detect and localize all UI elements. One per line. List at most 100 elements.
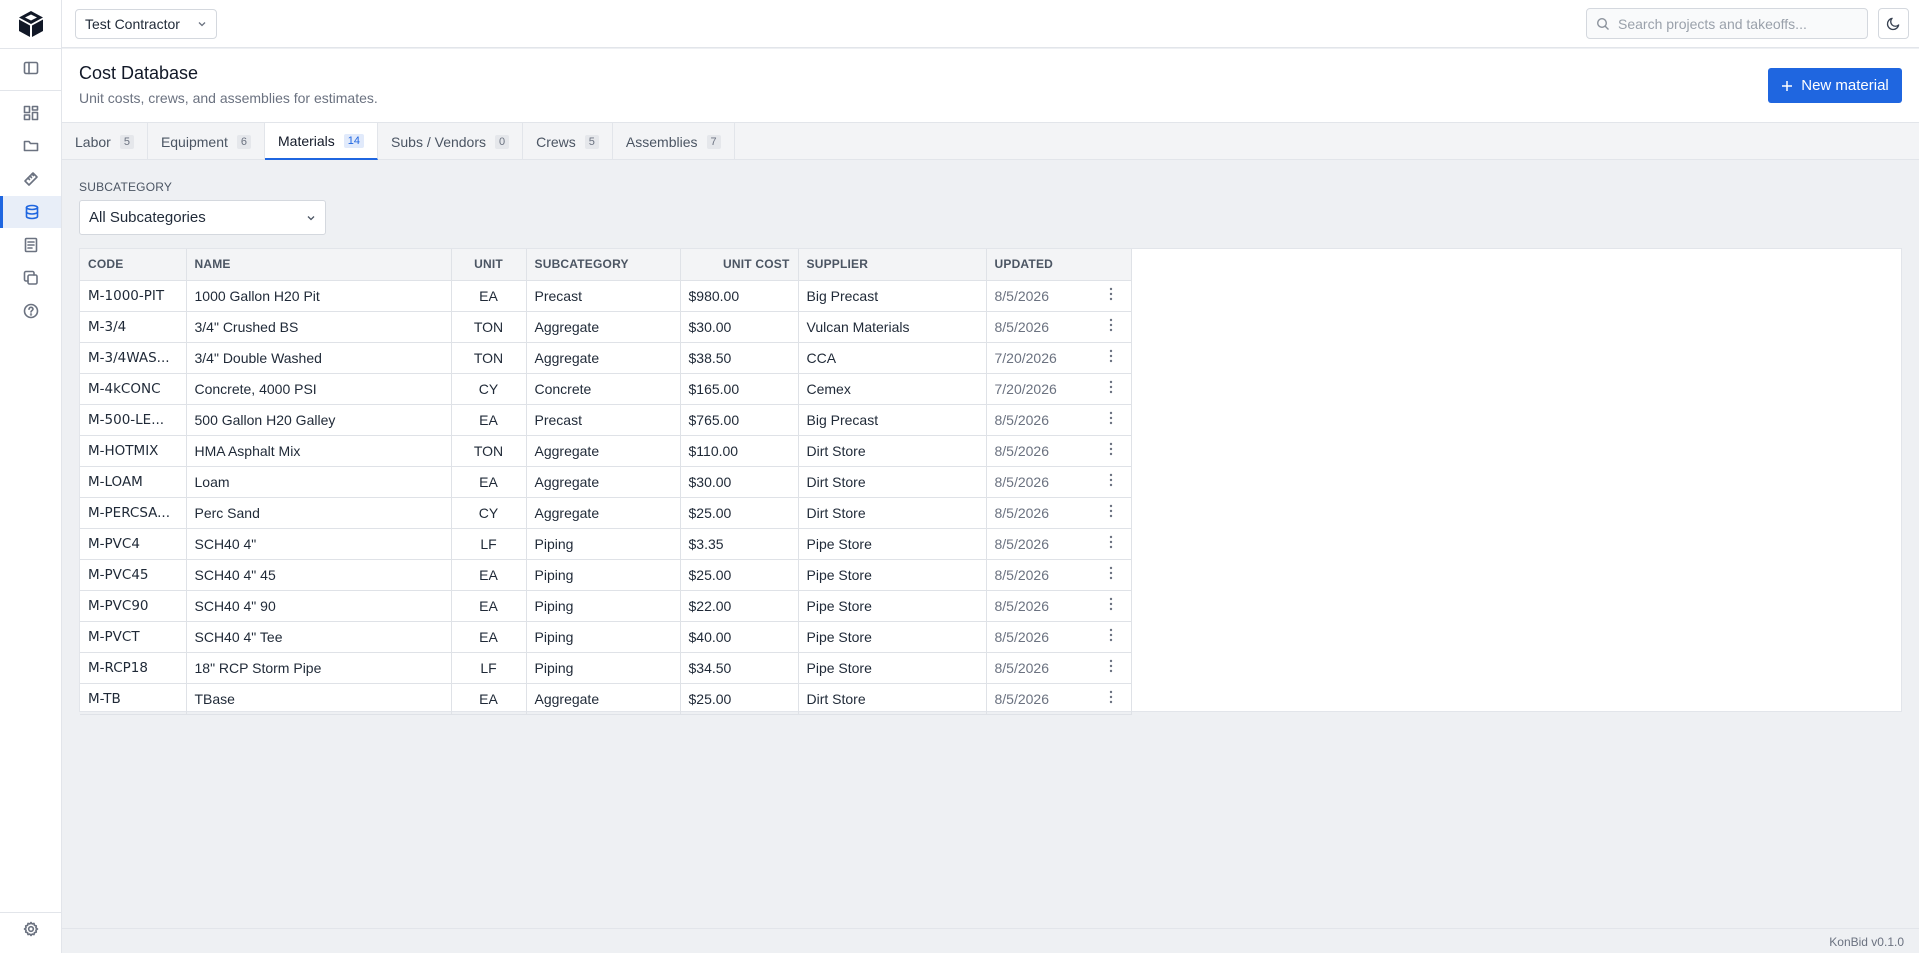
table-row[interactable]: M-3/4 3/4" Crushed BS TON Aggregate $30.00 Vu… (80, 311, 1132, 343)
cell-cost: $980.00 (680, 280, 799, 312)
column-header-subcategory[interactable]: SUBCATEGORY (526, 249, 681, 281)
cell-supplier: Dirt Store (798, 683, 987, 715)
table-row[interactable]: M-PVCT SCH40 4" Tee EA Piping $40.00 Pipe Sto… (80, 621, 1132, 653)
sidebar-item-takeoffs[interactable] (0, 163, 61, 195)
cell-name: SCH40 4" 90 (186, 590, 452, 622)
cell-updated: 7/20/2026 (986, 373, 1091, 405)
row-actions-button[interactable] (1091, 528, 1132, 560)
row-actions-button[interactable] (1091, 590, 1132, 622)
row-actions-button[interactable] (1091, 683, 1132, 715)
more-vertical-icon (1109, 566, 1112, 580)
more-vertical-icon (1109, 659, 1112, 673)
cell-unit: EA (451, 621, 527, 653)
sidebar-item-projects[interactable] (0, 130, 61, 162)
table-row[interactable]: M-TB TBase EA Aggregate $25.00 Dirt Store 8/5/… (80, 683, 1132, 715)
row-actions-button[interactable] (1091, 342, 1132, 374)
column-header-name[interactable]: NAME (186, 249, 452, 281)
cell-name: 1000 Gallon H20 Pit (186, 280, 452, 312)
logo-cube-icon[interactable] (18, 10, 44, 38)
column-header-unit[interactable]: UNIT (451, 249, 527, 281)
cell-updated: 8/5/2026 (986, 559, 1091, 591)
tab-crews[interactable]: Crews 5 (523, 123, 613, 160)
cell-unit: LF (451, 652, 527, 684)
table-row[interactable]: M-1000-PIT 1000 Gallon H20 Pit EA Precast $9… (80, 280, 1132, 312)
organization-name: Test Contractor (85, 16, 180, 32)
row-actions-button[interactable] (1091, 311, 1132, 343)
table-row[interactable]: M-PVC90 SCH40 4" 90 EA Piping $22.00 Pipe Sto… (80, 590, 1132, 622)
row-actions-button[interactable] (1091, 497, 1132, 529)
cell-updated: 8/5/2026 (986, 590, 1091, 622)
table-row[interactable]: M-3/4WAS... 3/4" Double Washed TON Aggregat… (80, 342, 1132, 374)
cell-subcategory: Aggregate (526, 311, 681, 343)
tab-labor[interactable]: Labor 5 (62, 123, 148, 160)
row-actions-button[interactable] (1091, 280, 1132, 312)
cell-supplier: CCA (798, 342, 987, 374)
sidebar-item-help[interactable] (0, 295, 61, 327)
cell-name: TBase (186, 683, 452, 715)
cell-supplier: Big Precast (798, 404, 987, 436)
cell-unit: TON (451, 311, 527, 343)
cell-updated: 8/5/2026 (986, 311, 1091, 343)
table-row[interactable]: M-PERCSA... Perc Sand CY Aggregate $25.00 Dir… (80, 497, 1132, 529)
tab-label: Materials (278, 132, 335, 149)
new-material-button[interactable]: New material (1768, 68, 1902, 103)
row-actions-button[interactable] (1091, 466, 1132, 498)
table-row[interactable]: M-PVC45 SCH40 4" 45 EA Piping $25.00 Pipe Sto… (80, 559, 1132, 591)
organization-select[interactable]: Test Contractor (75, 9, 217, 39)
sidebar-item-estimates[interactable] (0, 229, 61, 261)
version-label: KonBid v0.1.0 (1829, 935, 1904, 949)
tab-materials[interactable]: Materials 14 (265, 123, 379, 160)
table-row[interactable]: M-LOAM Loam EA Aggregate $30.00 Dirt Store 8/5… (80, 466, 1132, 498)
folder-icon (23, 140, 38, 152)
cell-unit: EA (451, 683, 527, 715)
cell-subcategory: Aggregate (526, 435, 681, 467)
column-header-supplier[interactable]: SUPPLIER (798, 249, 987, 281)
sidebar-divider (0, 90, 61, 91)
row-actions-button[interactable] (1091, 559, 1132, 591)
cell-cost: $30.00 (680, 466, 799, 498)
table-row[interactable]: M-500-LE... 500 Gallon H20 Galley EA Precas… (80, 404, 1132, 436)
table-row[interactable]: M-RCP18 18" RCP Storm Pipe LF Piping $34.50 P… (80, 652, 1132, 684)
tab-equipment[interactable]: Equipment 6 (148, 123, 265, 160)
more-vertical-icon (1109, 628, 1112, 642)
cell-code: M-TB (80, 683, 187, 715)
row-actions-button[interactable] (1091, 621, 1132, 653)
chevron-down-icon (307, 215, 315, 220)
cell-subcategory: Aggregate (526, 342, 681, 374)
sidebar-item-templates[interactable] (0, 262, 61, 294)
cell-cost: $765.00 (680, 404, 799, 436)
cell-updated: 8/5/2026 (986, 497, 1091, 529)
sidebar-toggle-button[interactable] (0, 52, 61, 84)
row-actions-button[interactable] (1091, 435, 1132, 467)
subcategory-select[interactable]: All Subcategories (79, 200, 326, 235)
cell-subcategory: Piping (526, 559, 681, 591)
cell-supplier: Pipe Store (798, 559, 987, 591)
cell-cost: $25.00 (680, 559, 799, 591)
tab-assemblies[interactable]: Assemblies 7 (613, 123, 735, 160)
cell-supplier: Pipe Store (798, 621, 987, 653)
search-input[interactable] (1618, 15, 1858, 32)
column-header-cost[interactable]: UNIT COST (680, 249, 799, 281)
table-header-row: CODE NAME UNIT SUBCATEGORY UNIT COST SUPPLIER… (80, 249, 1132, 281)
cell-cost: $3.35 (680, 528, 799, 560)
row-actions-button[interactable] (1091, 404, 1132, 436)
sidebar-item-cost-database[interactable] (0, 196, 61, 228)
cell-updated: 8/5/2026 (986, 528, 1091, 560)
sidebar-item-dashboard[interactable] (0, 97, 61, 129)
column-header-updated[interactable]: UPDATED (986, 249, 1091, 281)
document-list-icon (24, 237, 37, 253)
sidebar-item-settings[interactable] (0, 913, 61, 945)
row-actions-button[interactable] (1091, 652, 1132, 684)
cell-code: M-LOAM (80, 466, 187, 498)
tab-subs-vendors[interactable]: Subs / Vendors 0 (378, 123, 524, 160)
moon-icon (1886, 17, 1900, 31)
table-row[interactable]: M-PVC4 SCH40 4" LF Piping $3.35 Pipe Store 8/5… (80, 528, 1132, 560)
cell-unit: LF (451, 528, 527, 560)
database-icon (25, 204, 39, 220)
table-row[interactable]: M-HOTMIX HMA Asphalt Mix TON Aggregate $110.… (80, 435, 1132, 467)
table-row[interactable]: M-4kCONC Concrete, 4000 PSI CY Concrete $165… (80, 373, 1132, 405)
theme-toggle-button[interactable] (1878, 8, 1909, 39)
column-header-code[interactable]: CODE (80, 249, 187, 281)
help-circle-icon (23, 303, 38, 319)
row-actions-button[interactable] (1091, 373, 1132, 405)
